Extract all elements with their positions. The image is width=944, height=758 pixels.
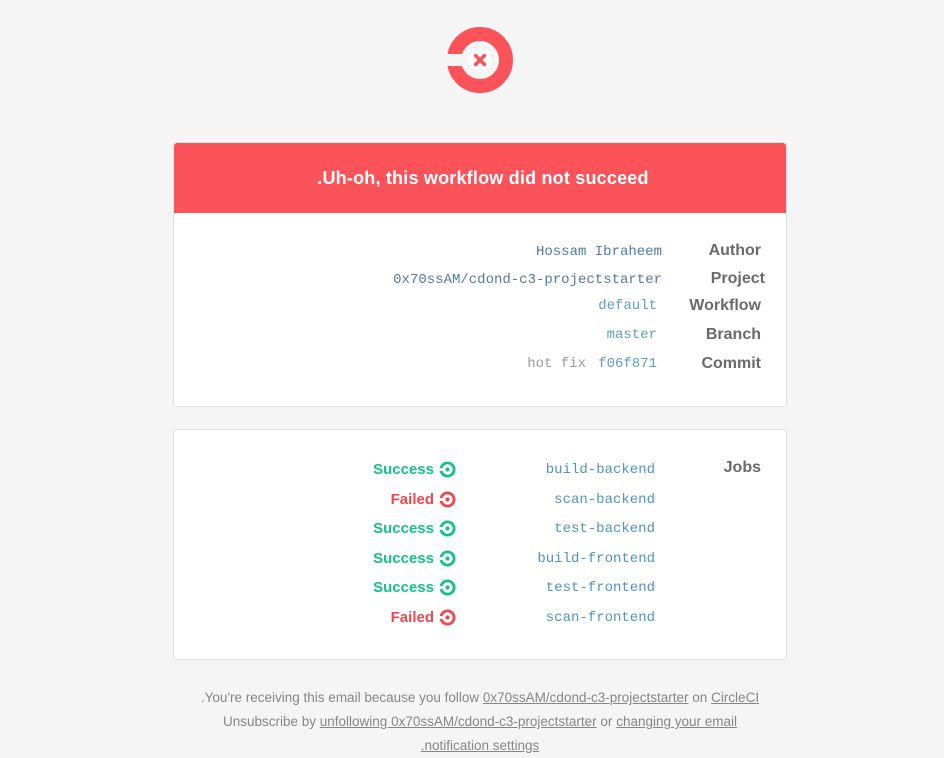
job-status-text: Failed bbox=[390, 609, 434, 626]
author-value: Hossam Ibraheem bbox=[535, 244, 662, 260]
job-status-text: Success bbox=[373, 520, 434, 537]
job-status-success: Success bbox=[373, 579, 456, 596]
branch-label: Branch bbox=[705, 326, 761, 343]
footer-on-text: on bbox=[692, 690, 708, 705]
jobs-label: Jobs bbox=[723, 459, 761, 476]
job-name-link[interactable]: test-frontend bbox=[546, 580, 655, 596]
commit-message: hot fix bbox=[527, 356, 586, 372]
workflow-label: Workflow bbox=[689, 297, 761, 314]
footer-unfollow-link[interactable]: unfollowing 0x70ssAM/cdond-c3-projectsta… bbox=[320, 714, 597, 729]
footer-notification-settings-link[interactable]: .notification settings bbox=[421, 738, 540, 753]
email-footer: .You're receiving this email because you… bbox=[173, 686, 787, 758]
job-status-failed: Failed bbox=[391, 609, 456, 626]
footer-unsubscribe-text: Unsubscribe by bbox=[222, 714, 316, 729]
job-status-success: Success bbox=[373, 550, 456, 567]
success-status-icon bbox=[439, 550, 456, 567]
footer-line-2: Unsubscribe by unfollowing 0x70ssAM/cdon… bbox=[173, 710, 787, 734]
workflow-value[interactable]: default bbox=[598, 298, 657, 314]
success-status-icon bbox=[439, 520, 456, 537]
commit-label: Commit bbox=[701, 355, 761, 372]
job-status-success: Success bbox=[373, 520, 456, 537]
failed-status-icon bbox=[439, 491, 456, 508]
job-name-link[interactable]: scan-frontend bbox=[546, 610, 655, 626]
job-status-text: Success bbox=[373, 550, 434, 567]
job-status-failed: Failed bbox=[391, 491, 456, 508]
commit-hash[interactable]: f06f871 bbox=[598, 356, 657, 372]
jobs-card: Jobs Success build-backend Failed scan-back… bbox=[173, 429, 787, 660]
branch-value[interactable]: master bbox=[607, 327, 657, 343]
footer-or-text: or bbox=[600, 714, 613, 729]
project-value[interactable]: 0x70ssAM/cdond-c3-projectstarter bbox=[393, 272, 662, 288]
author-label: Author bbox=[708, 242, 761, 259]
job-status-success: Success bbox=[373, 461, 456, 478]
footer-circleci-link[interactable]: CircleCI bbox=[711, 690, 759, 705]
workflow-summary-card: .Uh-oh, this workflow did not succeed Ho… bbox=[173, 142, 787, 407]
footer-line-3: .notification settings bbox=[173, 734, 787, 758]
job-name-link[interactable]: scan-backend bbox=[554, 492, 655, 508]
footer-follow-text: .You're receiving this email because you… bbox=[200, 690, 480, 705]
job-status-text: Success bbox=[373, 461, 434, 478]
success-status-icon bbox=[439, 461, 456, 478]
job-status-text: Success bbox=[373, 579, 434, 596]
failed-status-icon bbox=[439, 609, 456, 626]
success-status-icon bbox=[439, 579, 456, 596]
circleci-failed-logo-icon bbox=[445, 27, 513, 93]
project-label: Project bbox=[710, 270, 765, 287]
footer-project-link[interactable]: 0x70ssAM/cdond-c3-projectstarter bbox=[483, 690, 689, 705]
banner-title: .Uh-oh, this workflow did not succeed bbox=[317, 167, 649, 188]
failure-banner: .Uh-oh, this workflow did not succeed bbox=[174, 143, 786, 213]
job-status-text: Failed bbox=[390, 491, 434, 508]
footer-change-email-link[interactable]: changing your email bbox=[616, 714, 737, 729]
job-name-link[interactable]: build-backend bbox=[546, 462, 655, 478]
job-name-link[interactable]: test-backend bbox=[554, 521, 655, 537]
footer-line-1: .You're receiving this email because you… bbox=[173, 686, 787, 710]
job-name-link[interactable]: build-frontend bbox=[537, 551, 655, 567]
